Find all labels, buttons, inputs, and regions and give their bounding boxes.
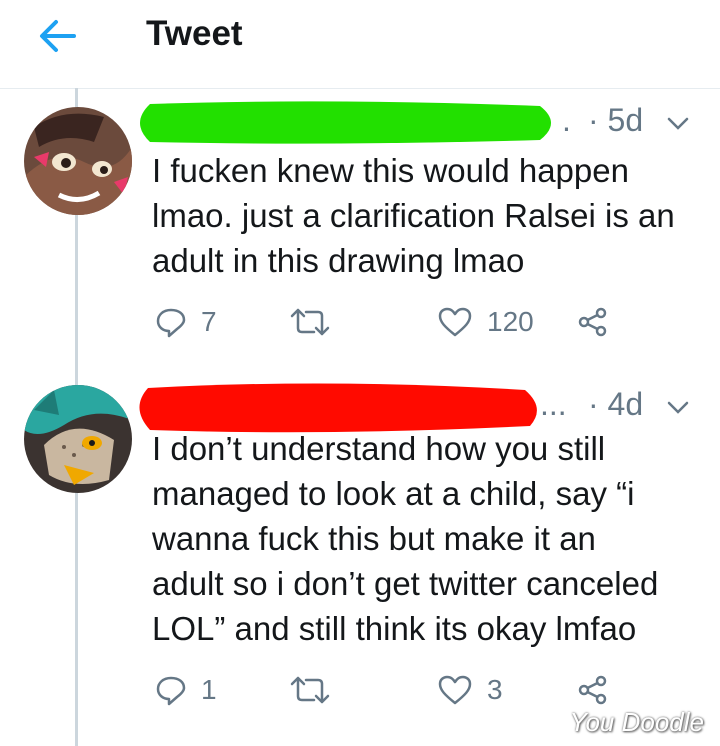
share-icon (578, 675, 607, 705)
reply-count: 7 (201, 306, 217, 337)
retweet-button[interactable] (288, 670, 332, 710)
avatar-tweet-1[interactable] (24, 107, 132, 215)
reply-button[interactable]: 7 (155, 302, 217, 342)
tweet-2-line: adult so i don’t get twitter canceled (152, 565, 659, 602)
tweet-2-line: LOL” and still think its okay lmfao (152, 610, 637, 647)
tweet-2-header: ... · 4d (130, 382, 690, 433)
like-button[interactable]: 120 (437, 302, 534, 342)
tweet-2-text: I don’t understand how you still managed… (152, 426, 712, 651)
tweet-2-line: managed to look at a child, say “i (152, 475, 635, 512)
retweet-button[interactable] (288, 302, 332, 342)
retweet-icon (290, 308, 330, 336)
reply-count: 1 (201, 674, 217, 705)
chevron-down-icon[interactable] (666, 400, 690, 416)
chevron-down-icon[interactable] (666, 116, 690, 132)
tweet-1-line: adult in this drawing lmao (152, 242, 525, 279)
heart-icon (438, 307, 472, 337)
avatar-image (24, 385, 132, 493)
tweet-2-meta-fragment: ... (540, 386, 567, 422)
redaction-scribble (140, 101, 551, 144)
tweet-1-header: . · 5d (130, 100, 690, 146)
avatar-image (24, 107, 132, 215)
avatar-tweet-2[interactable] (24, 385, 132, 493)
share-button[interactable] (577, 670, 609, 710)
tweet-1-text: I fucken knew this would happen lmao. ju… (152, 148, 712, 283)
tweet-1-line: I fucken knew this would happen (152, 152, 629, 189)
tweet-2-line: wanna fuck this but make it an (152, 520, 596, 557)
app-header: Tweet (0, 0, 720, 89)
tweet-2-time[interactable]: · 4d (588, 386, 643, 423)
tweet-1-time[interactable]: · 5d (588, 102, 643, 139)
reply-icon (156, 676, 186, 706)
reply-icon (156, 308, 186, 338)
share-icon (578, 307, 607, 337)
reply-button[interactable]: 1 (155, 670, 217, 710)
heart-icon (438, 675, 472, 705)
like-count: 3 (487, 674, 503, 705)
arrow-left-icon (40, 20, 76, 52)
tweet-1-line: lmao. just a clarification Ralsei is an (152, 197, 675, 234)
share-button[interactable] (577, 302, 609, 342)
watermark: You Doodle (569, 707, 704, 737)
like-button[interactable]: 3 (437, 670, 503, 710)
back-button[interactable] (36, 16, 80, 56)
tweet-2-line: I don’t understand how you still (152, 430, 606, 467)
page-title: Tweet (146, 14, 243, 53)
retweet-icon (290, 676, 330, 704)
tweet-1-meta-fragment: . (562, 102, 571, 138)
like-count: 120 (487, 306, 534, 337)
